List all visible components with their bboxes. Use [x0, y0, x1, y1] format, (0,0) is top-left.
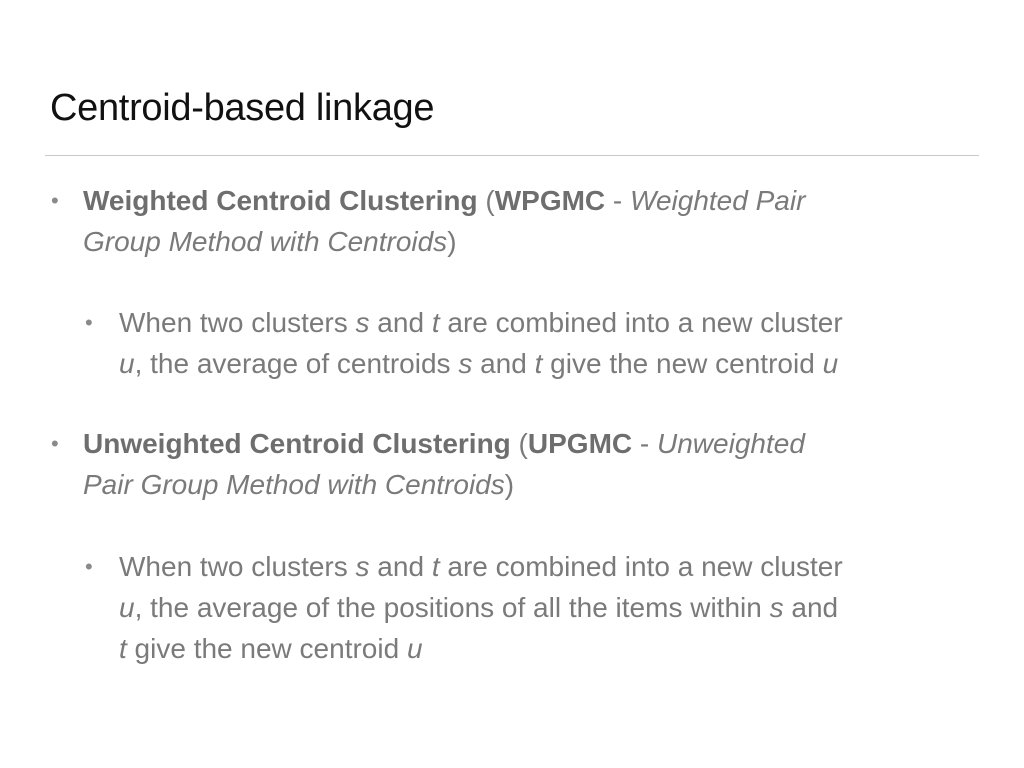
paren-close: ): [447, 226, 457, 257]
bullet-dot: •: [51, 188, 59, 213]
paren-close: ): [504, 469, 515, 500]
term-expansion: Weighted Pair: [630, 185, 806, 216]
bullet-dot: •: [51, 431, 59, 456]
term-expansion-cont: Group Method with Centroids: [83, 226, 448, 257]
sub-bullet-upgmc: • When two clusters s and t are combined…: [85, 546, 989, 669]
term-name: Weighted Centroid Clustering: [83, 185, 478, 216]
term-expansion-cont: Pair Group Method with Centroids: [83, 469, 505, 500]
sub-bullet-text: When two clusters s and t are combined i…: [119, 551, 843, 664]
title-divider: [45, 155, 979, 156]
bullet-dot: •: [85, 310, 93, 335]
term-name: Unweighted Centroid Clustering: [83, 428, 511, 459]
term-abbreviation: WPGMC: [494, 185, 606, 216]
term-expansion: Unweighted: [657, 428, 805, 459]
dash: -: [632, 428, 658, 459]
term-abbreviation: UPGMC: [527, 428, 633, 459]
slide-title: Centroid-based linkage: [50, 87, 435, 129]
sub-bullet-text: When two clusters s and t are combined i…: [119, 307, 843, 379]
dash: -: [605, 185, 631, 216]
bullet-dot: •: [85, 554, 93, 579]
bullet-text: Unweighted Centroid Clustering (UPGMC - …: [83, 423, 983, 505]
paren-open: (: [477, 185, 495, 216]
bullet-text: Weighted Centroid Clustering (WPGMC - We…: [83, 180, 983, 262]
bullet-wpgmc: • Weighted Centroid Clustering (WPGMC - …: [51, 180, 983, 262]
paren-open: (: [510, 428, 528, 459]
sub-bullet-wpgmc: • When two clusters s and t are combined…: [85, 302, 989, 384]
bullet-upgmc: • Unweighted Centroid Clustering (UPGMC …: [51, 423, 983, 505]
